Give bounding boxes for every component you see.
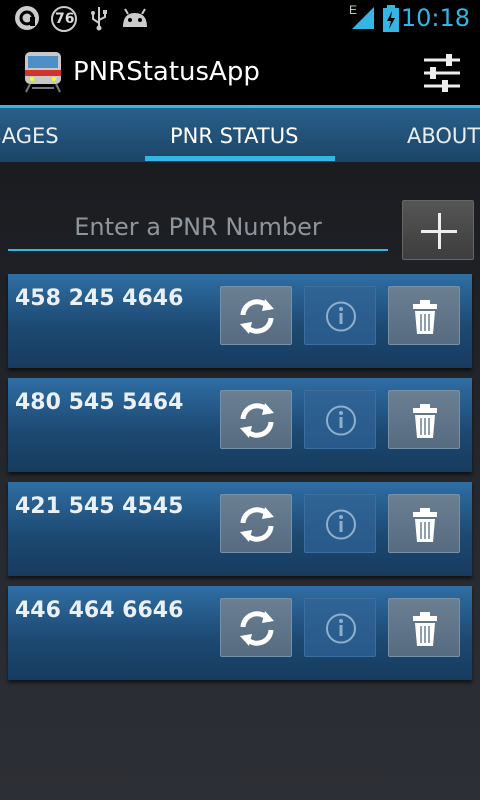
pnr-number: 480 545 5464 xyxy=(15,390,184,415)
info-icon xyxy=(326,509,356,540)
info-icon xyxy=(326,405,356,436)
pnr-number: 458 245 4646 xyxy=(15,286,184,311)
trash-icon xyxy=(413,300,437,334)
signal-icon xyxy=(352,7,374,29)
refresh-button[interactable] xyxy=(220,286,292,345)
delete-button[interactable] xyxy=(388,494,460,553)
pnr-card: 421 545 4545 xyxy=(8,482,472,576)
usb-icon xyxy=(91,7,107,31)
delete-button[interactable] xyxy=(388,598,460,657)
delete-button[interactable] xyxy=(388,286,460,345)
refresh-button[interactable] xyxy=(220,390,292,449)
info-button[interactable] xyxy=(304,286,376,345)
refresh-icon xyxy=(240,507,274,542)
app-title: PNRStatusApp xyxy=(73,57,260,87)
clock: 10:18 xyxy=(400,4,470,32)
tab-pnr-status[interactable]: PNR STATUS xyxy=(170,124,298,148)
train-icon xyxy=(25,52,61,93)
add-pnr-button[interactable] xyxy=(402,200,474,260)
app-notify-icon xyxy=(15,6,39,30)
pnr-card: 458 245 4646 xyxy=(8,274,472,368)
tab-messages[interactable]: SAGES xyxy=(0,124,59,148)
pnr-card: 480 545 5464 xyxy=(8,378,472,472)
info-icon xyxy=(326,301,356,332)
pnr-card: 446 464 6646 xyxy=(8,586,472,680)
android-icon xyxy=(123,8,147,27)
pnr-number-input[interactable] xyxy=(8,205,388,251)
info-button[interactable] xyxy=(304,390,376,449)
delete-button[interactable] xyxy=(388,390,460,449)
action-bar: PNRStatusApp xyxy=(0,38,480,108)
tab-bar: SAGES PNR STATUS ABOUT xyxy=(0,108,480,162)
refresh-icon xyxy=(240,611,274,646)
trash-icon xyxy=(413,612,437,646)
info-icon xyxy=(326,613,356,644)
refresh-button[interactable] xyxy=(220,598,292,657)
pnr-number: 421 545 4545 xyxy=(15,494,184,519)
refresh-icon xyxy=(240,403,274,438)
refresh-button[interactable] xyxy=(220,494,292,553)
settings-button[interactable] xyxy=(420,52,464,94)
refresh-icon xyxy=(240,299,274,334)
tab-selected-indicator xyxy=(145,156,335,161)
status-bar: 76 E 10:18 xyxy=(0,0,480,38)
info-button[interactable] xyxy=(304,598,376,657)
trash-icon xyxy=(413,508,437,542)
sliders-icon xyxy=(424,54,460,92)
battery-charging-icon xyxy=(383,5,399,32)
trash-icon xyxy=(413,404,437,438)
pnr-number: 446 464 6646 xyxy=(15,598,184,623)
info-button[interactable] xyxy=(304,494,376,553)
badge-number: 76 xyxy=(55,11,75,27)
tab-about[interactable]: ABOUT xyxy=(407,124,480,148)
